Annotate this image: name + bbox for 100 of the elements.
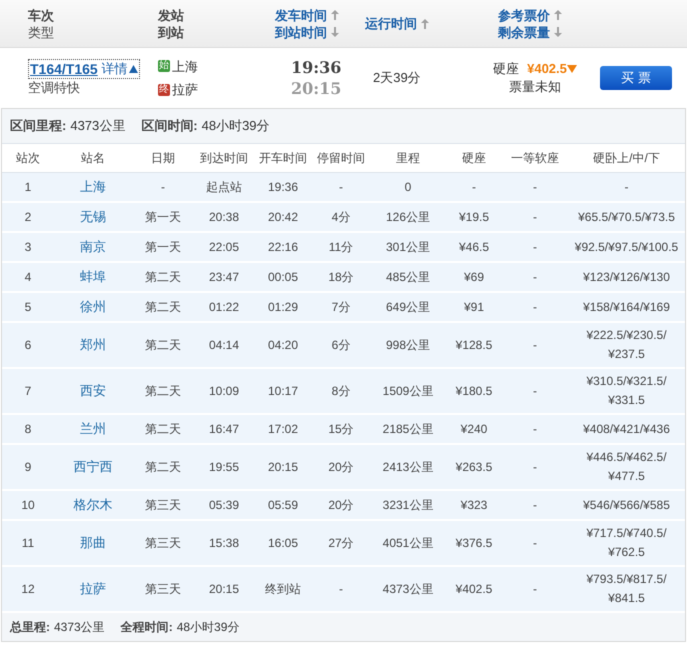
column-header: 硬卧上/中/下 — [592, 150, 661, 167]
table-cell-text: 第二天 — [144, 269, 182, 286]
table-cell-text: 10:09 — [208, 383, 240, 400]
table-cell-text: 第二天 — [144, 337, 182, 354]
station-link[interactable]: 徐州 — [54, 297, 132, 317]
sort-down-icon[interactable] — [554, 27, 562, 37]
table-cell-text: 15分 — [327, 421, 355, 438]
station-link[interactable]: 蚌埠 — [54, 267, 132, 287]
table-cell-text: ¥128.5 — [454, 337, 494, 354]
column-header[interactable]: 参考票价 — [498, 6, 550, 24]
sort-up-icon[interactable] — [331, 10, 339, 20]
table-cell-text: 15:38 — [208, 535, 240, 552]
table-cell-text: - — [532, 179, 538, 196]
table-cell-text: 8 — [24, 421, 32, 438]
station-link[interactable]: 兰州 — [54, 419, 132, 439]
table-cell-text: - — [624, 178, 630, 196]
column-header: 到达时间 — [199, 150, 249, 167]
table-cell-text: ¥263.5 — [454, 459, 494, 476]
summary-label: 总里程: — [10, 619, 50, 636]
table-cell-text: 04:20 — [266, 337, 300, 354]
table-cell-text: ¥91 — [462, 299, 486, 316]
summary-label: 全程时间: — [120, 619, 173, 636]
table-cell-text: 6分 — [330, 337, 352, 354]
table-cell-text: ¥69 — [462, 269, 486, 286]
arrival-time: 20:15 — [291, 78, 342, 99]
table-cell-text: ¥92.5/¥97.5/¥100.5 — [574, 238, 680, 256]
table-cell-text: 5 — [24, 299, 32, 316]
station-link[interactable]: 格尔木 — [54, 495, 132, 515]
buy-button[interactable]: 买 票 — [600, 66, 672, 90]
table-cell-text: 7 — [24, 383, 32, 400]
column-header[interactable]: 剩余票量 — [498, 24, 550, 40]
station-link[interactable]: 郑州 — [54, 335, 132, 355]
table-cell-text: 16:47 — [208, 421, 240, 438]
table-cell-text: 第一天 — [144, 209, 182, 226]
table-cell-text: ¥793.5/¥817.5/¥841.5 — [585, 571, 668, 607]
table-cell-text: 4 — [24, 269, 32, 286]
station-link[interactable]: 无锡 — [54, 207, 132, 227]
triangle-up-icon[interactable] — [128, 65, 138, 73]
table-cell-text: 3231公里 — [382, 497, 434, 514]
column-header[interactable]: 到站时间 — [275, 24, 327, 40]
origin-station: 上海 — [172, 58, 198, 76]
table-cell-text: - — [532, 497, 538, 514]
table-cell-text: 20:15 — [266, 459, 300, 476]
table-cell-text: - — [532, 337, 538, 354]
sort-down-icon[interactable] — [331, 27, 339, 37]
table-cell-text: - — [532, 269, 538, 286]
station-link[interactable]: 上海 — [54, 177, 132, 197]
table-cell-text: 11分 — [328, 239, 354, 256]
table-cell-text: 第二天 — [144, 383, 182, 400]
table-cell-text: 11 — [20, 535, 36, 552]
duration: 2天39分 — [373, 70, 421, 86]
details-link[interactable]: 详情 — [102, 60, 128, 78]
ticket-availability: 票量未知 — [509, 78, 561, 96]
table-cell-text: 3 — [24, 239, 32, 256]
table-cell-text: 起点站 — [205, 179, 243, 196]
seat-type: 硬座 — [493, 60, 520, 78]
table-cell-text: 2185公里 — [382, 421, 434, 438]
station-link[interactable]: 那曲 — [54, 533, 132, 553]
table-cell-text: ¥123/¥126/¥130 — [582, 268, 671, 286]
station-link[interactable]: 西宁西 — [54, 457, 132, 477]
table-cell-text: 05:39 — [208, 497, 240, 514]
table-cell-text: 1509公里 — [382, 383, 434, 400]
table-cell-text: 05:59 — [266, 497, 300, 514]
table-cell-text: 22:05 — [208, 239, 240, 256]
column-header: 硬座 — [461, 150, 487, 167]
table-cell-text: 20:15 — [208, 581, 240, 598]
table-cell-text: 20:42 — [266, 209, 300, 226]
column-header[interactable]: 发车时间 — [275, 6, 327, 24]
ticket-price: ¥402.5 — [527, 60, 567, 78]
station-link[interactable]: 西安 — [54, 381, 132, 401]
table-cell-text: 27分 — [327, 535, 355, 552]
table-cell-text: 01:22 — [208, 299, 240, 316]
column-header[interactable]: 运行时间 — [365, 15, 417, 32]
table-cell-text: ¥323 — [460, 497, 488, 514]
table-cell-text: ¥717.5/¥740.5/¥762.5 — [585, 525, 668, 561]
train-type: 空调特快 — [28, 79, 81, 97]
table-cell-text: 17:02 — [266, 421, 300, 438]
triangle-down-icon[interactable] — [566, 65, 577, 73]
table-cell-text: - — [532, 209, 538, 226]
table-cell-text: - — [532, 535, 538, 552]
table-cell-text: 第二天 — [144, 299, 182, 316]
column-header: 一等软座 — [510, 150, 560, 167]
table-cell-text: 第一天 — [144, 239, 182, 256]
station-link[interactable]: 拉萨 — [54, 579, 132, 599]
summary-value: 4373公里 — [70, 117, 126, 136]
table-cell-text: ¥158/¥164/¥169 — [582, 298, 671, 316]
train-number-link[interactable]: T164/T165 — [30, 60, 98, 78]
origin-badge: 始 — [158, 60, 170, 72]
sort-up-icon[interactable] — [421, 18, 429, 28]
table-cell-text: 20:38 — [208, 209, 240, 226]
table-cell-text: 2413公里 — [382, 459, 434, 476]
column-header: 开车时间 — [258, 150, 308, 167]
table-cell-text: 第二天 — [144, 459, 182, 476]
table-cell-text: 4分 — [330, 209, 352, 226]
sort-up-icon[interactable] — [554, 10, 562, 20]
station-link[interactable]: 南京 — [54, 237, 132, 257]
summary-value: 4373公里 — [54, 619, 105, 636]
table-cell-text: 2 — [24, 209, 32, 226]
departure-time: 19:36 — [291, 57, 342, 78]
table-cell-text: - — [532, 581, 538, 598]
